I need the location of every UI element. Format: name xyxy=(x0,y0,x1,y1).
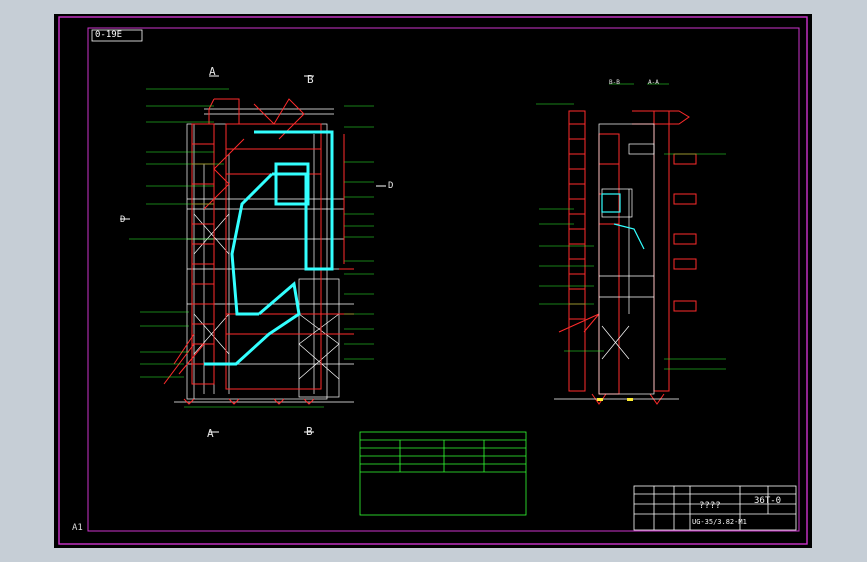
section-mark-bb: B-B xyxy=(609,79,620,86)
main-elevation-view xyxy=(120,75,386,433)
section-mark-a-top: A xyxy=(209,65,216,78)
side-view xyxy=(536,83,726,405)
section-mark-d-left: D xyxy=(120,215,126,225)
drawing-viewport[interactable]: 0-19E A1 A B A B D D B-B A-A ???? 36T-0 … xyxy=(54,14,812,548)
section-mark-aa: A-A xyxy=(648,79,659,86)
outer-frame xyxy=(58,16,808,545)
inner-frame xyxy=(87,27,800,532)
title-block-model: UG-35/3.82-M1 xyxy=(692,518,747,526)
drawing-stamp: 0-19E xyxy=(95,30,123,40)
section-mark-b-top: B xyxy=(307,73,314,86)
notes-table xyxy=(359,431,527,516)
section-mark-d-right: D xyxy=(388,181,394,191)
title-block-title: ???? xyxy=(699,501,721,511)
drawing-canvas xyxy=(58,16,808,545)
section-mark-b-bottom: B xyxy=(306,425,313,438)
title-block-code: 36T-0 xyxy=(754,496,782,506)
sheet-size: A1 xyxy=(72,523,83,533)
section-mark-a-bottom: A xyxy=(207,427,214,440)
